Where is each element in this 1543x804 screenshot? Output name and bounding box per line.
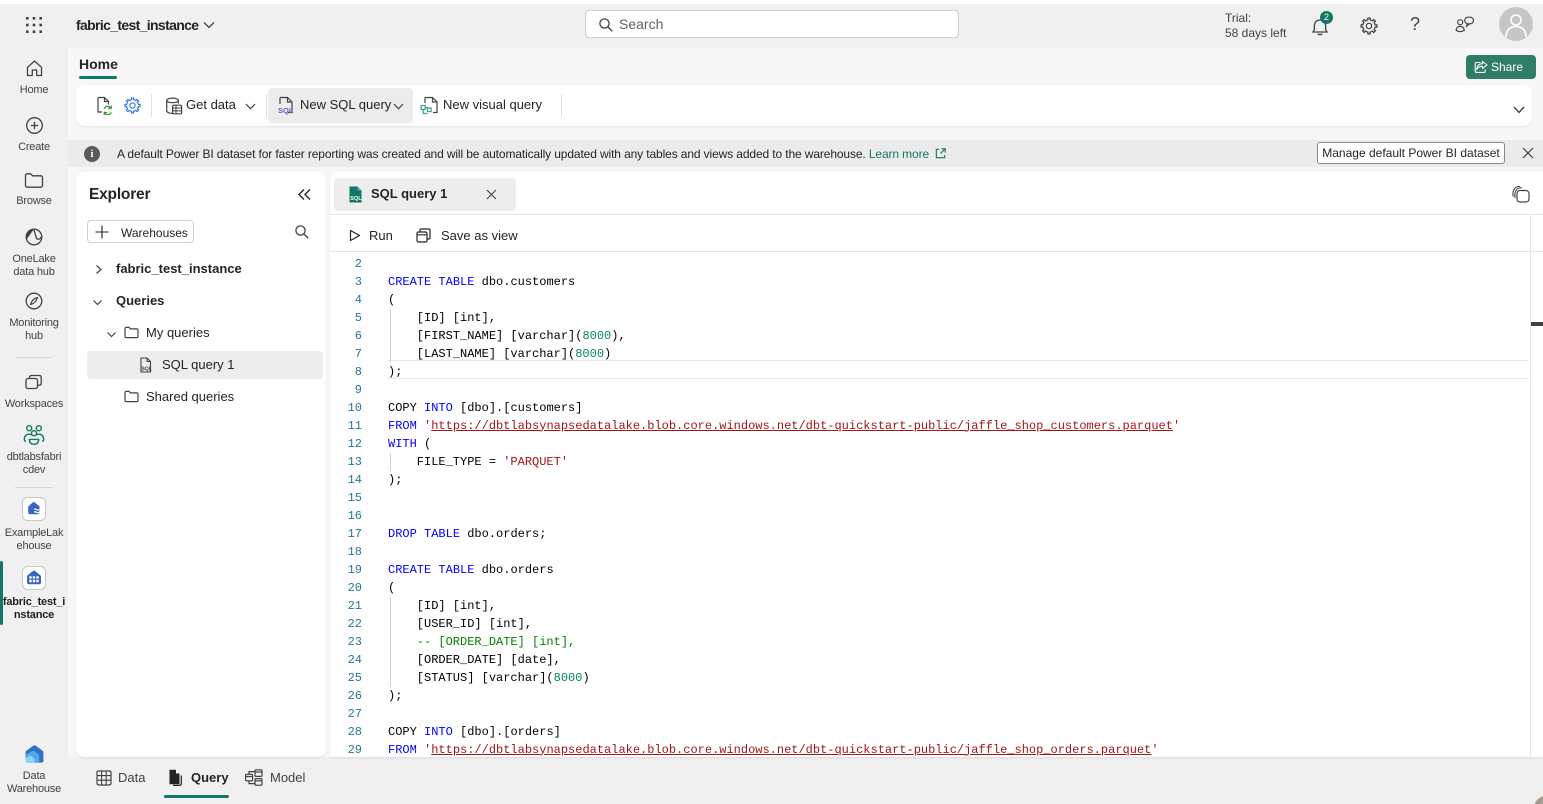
svg-text:SQL: SQL (278, 106, 294, 115)
svg-text:SQL: SQL (142, 367, 152, 373)
svg-text:SQL: SQL (350, 196, 362, 202)
